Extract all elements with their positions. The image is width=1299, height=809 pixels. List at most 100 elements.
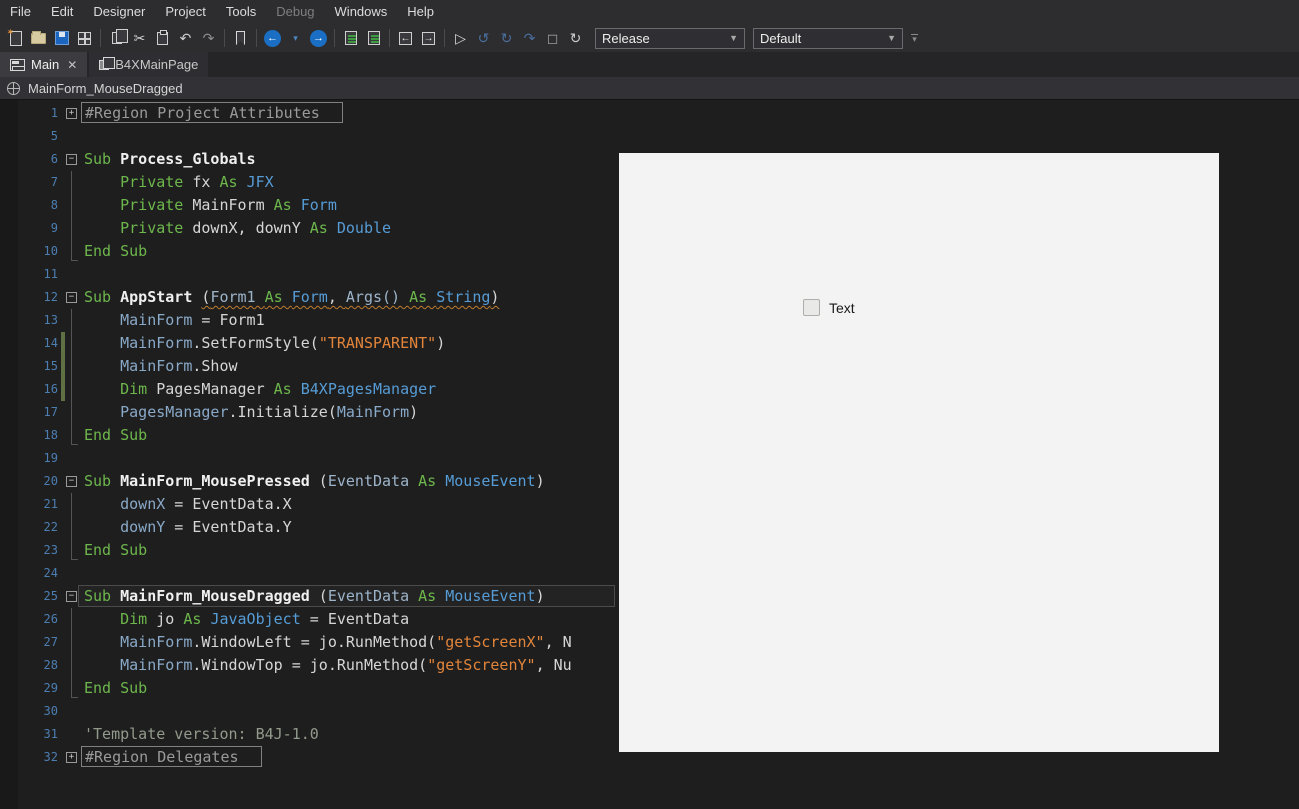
run-icon[interactable]: ▷ [450, 27, 471, 49]
code-text: End Sub [84, 541, 148, 559]
chevron-down-icon: ▼ [729, 33, 738, 43]
line-number: 10 [43, 244, 58, 258]
code-text: downY = EventData.Y [120, 518, 292, 536]
page-tab-icon [99, 56, 116, 70]
shift-right-icon[interactable]: → [418, 27, 439, 49]
back-history-dropdown-icon[interactable]: ▾ [285, 27, 306, 49]
line-number: 9 [50, 221, 58, 235]
line-number: 21 [43, 497, 58, 511]
code-text: Dim PagesManager As B4XPagesManager [120, 380, 437, 398]
current-sub-label: MainForm_MouseDragged [28, 80, 183, 96]
line-number: 24 [43, 566, 58, 580]
collapsed-region-box[interactable]: #Region Project Attributes [81, 102, 343, 123]
undo-icon[interactable]: ↶ [175, 27, 196, 49]
toolbar-overflow-icon[interactable]: ▾ [911, 34, 918, 44]
debug-step-icon[interactable]: ↻ [496, 27, 517, 49]
menu-edit[interactable]: Edit [41, 0, 83, 24]
uncomment-icon[interactable] [363, 27, 384, 49]
menu-designer[interactable]: Designer [83, 0, 155, 24]
paste-icon[interactable] [152, 27, 173, 49]
code-text: #Region Project Attributes [81, 102, 343, 125]
line-number: 27 [43, 635, 58, 649]
menu-project[interactable]: Project [155, 0, 215, 24]
toolbar: ✶ ✂ ↶ ↷ ← ▾ → ← → ▷ ↺ ↻ ↷ ◻ ↻ Release ▼ Default ▼ ▾ [0, 24, 1299, 52]
breadcrumb[interactable]: MainForm_MouseDragged [0, 77, 1299, 100]
changed-line-bar [61, 378, 65, 401]
line-number: 30 [43, 704, 58, 718]
collapse-region-icon[interactable]: − [66, 591, 77, 602]
menu-help[interactable]: Help [397, 0, 444, 24]
line-number: 25 [43, 589, 58, 603]
tab-b4xmainpage[interactable]: B4XMainPage [89, 52, 209, 77]
code-text: PagesManager.Initialize(MainForm) [120, 403, 419, 421]
comment-icon[interactable] [340, 27, 361, 49]
new-icon[interactable]: ✶ [5, 27, 26, 49]
code-text: Private MainForm As Form [120, 196, 337, 214]
expand-region-icon[interactable]: + [66, 752, 77, 763]
line-number: 14 [43, 336, 58, 350]
navigate-back-icon[interactable]: ← [262, 27, 283, 49]
code-text: Sub Process_Globals [84, 150, 256, 168]
tab-main[interactable]: Main ✕ [0, 52, 88, 77]
layout-variant-dropdown[interactable]: Default ▼ [753, 27, 903, 49]
code-text: MainForm.Show [120, 357, 238, 375]
debug-step-over-icon[interactable]: ↷ [519, 27, 540, 49]
menu-file[interactable]: File [0, 0, 41, 24]
line-number: 1 [50, 106, 58, 120]
menu-windows[interactable]: Windows [325, 0, 398, 24]
code-text: Sub MainForm_MouseDragged (EventData As … [84, 587, 545, 605]
code-text: MainForm.WindowLeft = jo.RunMethod("getS… [120, 633, 572, 651]
save-icon[interactable] [51, 27, 72, 49]
line-number: 18 [43, 428, 58, 442]
code-text: MainForm.SetFormStyle("TRANSPARENT") [120, 334, 446, 352]
modules-icon[interactable] [74, 27, 95, 49]
collapse-region-icon[interactable]: − [66, 292, 77, 303]
navigate-forward-icon[interactable]: → [308, 27, 329, 49]
cut-icon[interactable]: ✂ [129, 27, 150, 49]
build-configuration-value: Release [602, 30, 650, 46]
module-cube-icon [7, 81, 20, 95]
restart-icon[interactable]: ↻ [565, 27, 586, 49]
line-number: 29 [43, 681, 58, 695]
menu-debug: Debug [276, 4, 315, 19]
line-number: 8 [50, 198, 58, 212]
checkbox-control[interactable]: Text [803, 299, 855, 316]
line-number: 7 [50, 175, 58, 189]
toolbar-separator [334, 29, 335, 47]
close-icon[interactable]: ✕ [67, 58, 77, 72]
open-icon[interactable] [28, 27, 49, 49]
redo-icon[interactable]: ↷ [198, 27, 219, 49]
collapsed-region-box[interactable]: #Region Delegates [81, 746, 262, 767]
line-number: 23 [43, 543, 58, 557]
chevron-down-icon: ▼ [887, 33, 896, 43]
expand-region-icon[interactable]: + [66, 108, 77, 119]
code-line[interactable]: 1 + #Region Project Attributes [0, 102, 1299, 125]
line-number: 6 [50, 152, 58, 166]
debug-resume-icon[interactable]: ↺ [473, 27, 494, 49]
collapse-region-icon[interactable]: − [66, 154, 77, 165]
toolbar-separator [444, 29, 445, 47]
tab-b4xmainpage-label: B4XMainPage [115, 57, 199, 72]
line-number: 11 [43, 267, 58, 281]
stop-icon[interactable]: ◻ [542, 27, 563, 49]
code-text: #Region Delegates [81, 746, 262, 769]
line-number: 32 [43, 750, 58, 764]
code-text: downX = EventData.X [120, 495, 292, 513]
code-text: MainForm = Form1 [120, 311, 265, 329]
collapse-region-icon[interactable]: − [66, 476, 77, 487]
checkbox-icon[interactable] [803, 299, 820, 316]
code-text: 'Template version: B4J-1.0 [84, 725, 319, 743]
tab-bar: Main ✕ B4XMainPage [0, 52, 1299, 77]
menubar: File Edit Designer Project Tools Debug Windows… [0, 0, 1299, 24]
build-configuration-dropdown[interactable]: Release ▼ [595, 27, 745, 49]
changed-line-bar [61, 355, 65, 378]
shift-left-icon[interactable]: ← [395, 27, 416, 49]
menu-tools[interactable]: Tools [216, 0, 266, 24]
copy-icon[interactable] [106, 27, 128, 49]
line-number: 15 [43, 359, 58, 373]
line-number: 22 [43, 520, 58, 534]
changed-line-bar [61, 332, 65, 355]
code-line[interactable]: 5 [0, 125, 1299, 148]
toolbar-separator [256, 29, 257, 47]
bookmark-icon[interactable] [230, 27, 251, 49]
